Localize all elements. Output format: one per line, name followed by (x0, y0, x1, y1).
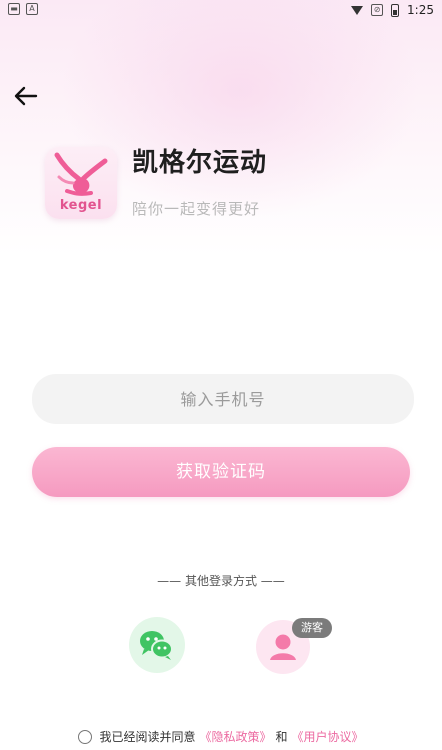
wechat-icon (140, 631, 173, 660)
agreement-checkbox[interactable] (78, 729, 93, 744)
app-subtitle: 陪你一起变得更好 (132, 200, 261, 218)
user-agreement-link[interactable]: 《用户协议》 (292, 728, 364, 745)
wifi-icon (351, 5, 364, 15)
app-title: 凯格尔运动 (132, 148, 268, 178)
agreement-and: 和 (275, 730, 288, 744)
back-arrow-icon[interactable] (12, 84, 40, 108)
get-code-button[interactable]: 获取验证码 (32, 447, 410, 497)
app-notification-icon: A (26, 3, 38, 15)
guest-badge: 游客 (292, 618, 332, 638)
status-bar: ▬ A ⊘ 1:25 (0, 0, 442, 22)
notification-icon: ▬ (8, 3, 20, 15)
phone-input[interactable] (32, 374, 414, 424)
other-login-title: —— 其他登录方式 —— (157, 574, 285, 588)
agreement-row: 我已经阅读并同意 《隐私政策》 和 《用户协议》 (0, 728, 442, 745)
signal-off-icon: ⊘ (371, 4, 384, 16)
app-logo: kegel (45, 147, 117, 219)
status-time: 1:25 (407, 3, 434, 17)
status-right: ⊘ 1:25 (351, 3, 434, 17)
privacy-policy-link[interactable]: 《隐私政策》 (199, 728, 271, 745)
status-left: ▬ A (8, 3, 38, 15)
wechat-login-button[interactable] (129, 617, 185, 673)
agreement-prefix: 我已经阅读并同意 (99, 730, 196, 744)
battery-icon (391, 3, 400, 17)
logo-text: kegel (59, 198, 103, 213)
